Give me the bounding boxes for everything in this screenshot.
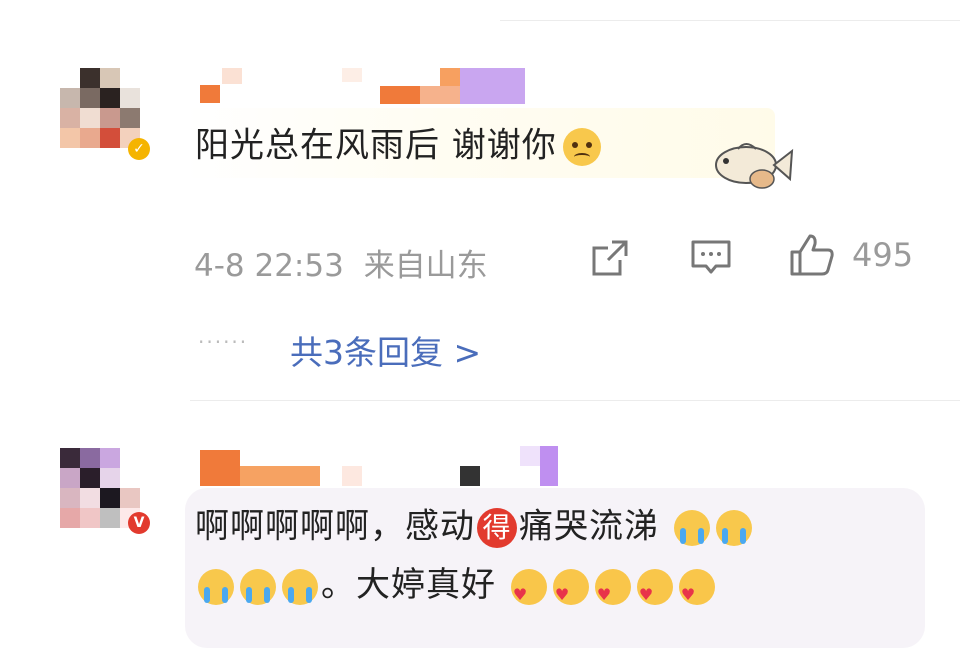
- crying-emoji-icon: [673, 510, 710, 546]
- heart-face-emoji-icon: ♥: [594, 568, 631, 605]
- comment-icon: [691, 240, 731, 274]
- sad-face-emoji-icon: [562, 128, 601, 166]
- avatar[interactable]: [60, 68, 140, 148]
- comment-button[interactable]: [690, 238, 732, 278]
- avatar[interactable]: [60, 448, 140, 528]
- heart-face-emoji-icon: ♥: [510, 568, 547, 605]
- comment-text-part: 。大婷真好: [321, 565, 496, 605]
- comment-text-content: 阳光总在风雨后 谢谢你: [195, 125, 557, 166]
- like-count: 495: [852, 236, 914, 274]
- like-button[interactable]: 495: [788, 232, 913, 278]
- heart-face-emoji-icon: ♥: [678, 568, 715, 605]
- verified-badge-icon: V: [128, 512, 150, 534]
- verified-badge-icon: ✓: [128, 138, 150, 160]
- heart-face-emoji-icon: ♥: [636, 568, 673, 605]
- comment-text-part: 啊啊啊啊啊，感动: [195, 506, 475, 547]
- like-icon: [790, 234, 834, 276]
- heart-face-emoji-icon: ♥: [552, 568, 589, 605]
- comment-text: 阳光总在风雨后 谢谢你: [195, 128, 604, 166]
- crying-emoji-icon: [715, 510, 752, 546]
- location-text: 来自山东: [363, 248, 488, 284]
- timestamp: 4-8 22:53 来自山东: [194, 240, 488, 285]
- share-button[interactable]: [590, 238, 630, 278]
- crying-emoji-icon: [282, 568, 318, 605]
- comment-text-part: 痛哭流涕: [519, 506, 659, 547]
- fish-decoration-icon: [715, 143, 794, 189]
- crying-emoji-icon: [240, 568, 276, 605]
- crying-emoji-icon: [198, 568, 234, 605]
- de-badge-icon: 得: [477, 508, 517, 548]
- comment-text-line-1: 啊啊啊啊啊，感动得痛哭流涕: [195, 508, 755, 548]
- replies-dots: ······: [198, 330, 249, 354]
- view-replies-link[interactable]: 共3条回复 >: [290, 326, 481, 374]
- comment-text-line-2: 。大婷真好 ♥ ♥ ♥ ♥ ♥: [195, 568, 718, 605]
- share-icon: [592, 240, 628, 276]
- timestamp-text: 4-8 22:53: [194, 248, 344, 284]
- top-divider: [500, 20, 960, 21]
- comment-divider: [190, 400, 960, 401]
